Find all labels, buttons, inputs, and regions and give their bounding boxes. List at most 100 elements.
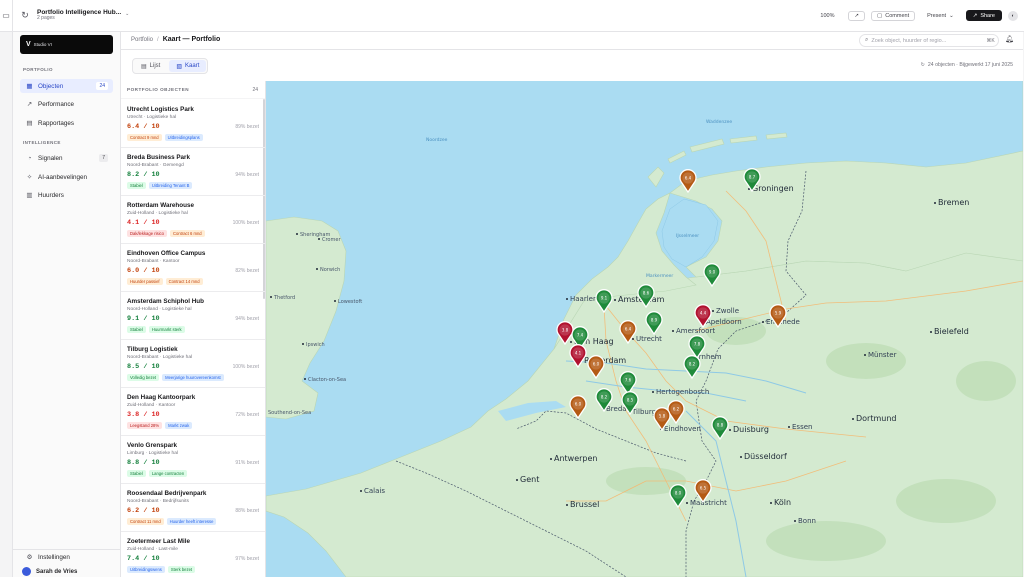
object-name: Roosendaal Bedrijvenpark [127,490,207,497]
city-label: Groningen [752,184,794,193]
object-location: Zuid-Holland · Kantoor [127,403,176,408]
sidebar-item-signalen[interactable]: ◔ Signalen 7 [20,151,113,165]
status-badge: Uitbreidingsplans [164,134,203,141]
pin-score: 8.8 [717,422,724,427]
city-label: Breda [606,405,627,413]
tag-list: Huurder passief Contract 14 mnd [127,278,259,285]
city-dot [852,418,854,420]
tab-kaart[interactable]: ▧ Kaart [169,60,207,72]
list-header: PORTFOLIO OBJECTEN 24 [121,81,265,99]
sidebar-item-rapportages[interactable]: ▤ Rapportages [20,116,113,130]
score-line: 3.8 / 10 72% bezet [127,411,259,419]
city-dot [672,330,674,332]
notification-bell-icon[interactable]: 🔔︎ [1005,35,1014,43]
object-name: Tilburg Logistiek [127,346,178,353]
city-label: Zwolle [716,307,739,315]
refresh-icon[interactable]: ↻ [19,10,31,22]
pin-score: 5.9 [775,310,782,315]
list-item[interactable]: Utrecht Logistics Park Utrecht · Logistie… [121,100,265,148]
breadcrumb: Portfolio / Kaart — Portfolio [131,36,220,43]
city-dot [729,429,731,431]
document-meta[interactable]: Portfolio Intelligence Hub... 2 pages [37,9,121,22]
score-line: 4.1 / 10 100% bezet [127,219,259,227]
city-dot [632,338,634,340]
object-location: Noord-Brabant · Gemengd [127,163,184,168]
search-input[interactable] [871,37,984,44]
pointer-tool-button[interactable]: ➚ [848,10,866,21]
pin-score: 7.6 [625,377,632,382]
city-label: Eindhoven [664,425,701,433]
list-count: 24 [252,86,258,93]
object-name: Venlo Grenspark [127,442,178,449]
account-avatar[interactable]: ◐ [1008,10,1018,21]
tag-list: Uitbreidingswens Sterk bezet [127,566,259,573]
status-badge: Stabiel [127,326,146,333]
comment-button[interactable]: ▢ Comment [871,10,916,21]
water-label: IJsselmeer [676,233,699,239]
count-badge: 24 [96,82,108,90]
object-occupancy: 97% bezet [235,556,259,562]
list-item[interactable]: Tilburg Logistiek Noord-Brabant · Logisti… [121,340,265,388]
chevron-down-icon: ⌄ [949,12,954,19]
list-item[interactable]: Eindhoven Office Campus Noord-Brabant · K… [121,244,265,292]
pin-score: 6.0 [575,401,582,406]
list-item[interactable]: Amsterdam Schiphol Hub Noord-Holland · Lo… [121,292,265,340]
status-badge: Contract 11 mnd [127,518,164,525]
list-item[interactable]: Roosendaal Bedrijvenpark Noord-Brabant · … [121,484,265,532]
sidebar-item-ai-aanbevelingen[interactable]: ✧ AI-aanbevelingen [20,170,113,184]
share-label: Share [980,12,995,19]
page-header: Portfolio / Kaart — Portfolio ⌕ ⌘K 🔔︎ [121,32,1023,50]
city-label: Clacton-on-Sea [308,377,346,383]
tab-lijst[interactable]: ▤ Lijst [134,60,167,72]
building-icon: ▥ [26,192,33,199]
pin-score: 6.4 [685,175,692,180]
sidebar-item-performance[interactable]: ↗ Performance [20,97,113,111]
object-occupancy: 100% bezet [232,364,259,370]
pin-score: 4.1 [575,350,582,355]
list-item[interactable]: Den Haag Kantoorpark Zuid-Holland · Kanto… [121,388,265,436]
score-line: 6.0 / 10 82% bezet [127,267,259,275]
water-label: Noordzee [426,137,448,143]
city-dot [712,310,714,312]
tag-list: Dak/lekkage risico Contract 6 mnd [127,230,259,237]
sidebar-footer: ⚙ Instellingen Sarah de Vries [13,549,121,577]
portfolio-map[interactable]: GroningenBremenZwolleEnschedeAmsterdamHa… [266,81,1023,577]
pin-score: 7.4 [577,332,584,337]
app-bar: ▭ ↻ Portfolio Intelligence Hub... 2 page… [0,0,1024,32]
settings-link[interactable]: ⚙ Instellingen [20,550,113,564]
list-item[interactable]: Breda Business Park Noord-Brabant · Gemen… [121,148,265,196]
status-badge: Lange contracten [148,470,188,477]
list-item[interactable]: Zoetermeer Last Mile Zuid-Holland · Last-… [121,532,265,577]
pin-score: 8.2 [601,394,608,399]
city-dot [566,504,568,506]
object-score: 4.1 / 10 [127,219,160,227]
chevron-down-icon[interactable]: ⌄ [125,11,129,17]
sidebar-item-objecten[interactable]: ▦ Objecten 24 [20,79,113,93]
breadcrumb-separator: / [157,36,159,43]
pin-score: 8.2 [689,361,696,366]
list-item[interactable]: Rotterdam Warehouse Zuid-Holland · Logist… [121,196,265,244]
breadcrumb-root[interactable]: Portfolio [131,37,153,43]
status-badge: Markt zwak [165,422,193,429]
list-item[interactable]: Venlo Grenspark Limburg · Logistieke hal 8… [121,436,265,484]
city-label: Bielefeld [934,327,969,336]
object-location: Noord-Brabant · Bedrijfsunits [127,499,189,504]
city-label: Brussel [570,500,599,509]
user-profile[interactable]: Sarah de Vries [22,567,77,576]
present-button[interactable]: Present ⌄ [921,13,960,19]
zoom-level[interactable]: 100% [820,13,834,19]
search-box[interactable]: ⌕ ⌘K [859,34,999,47]
score-line: 8.5 / 10 100% bezet [127,363,259,371]
score-line: 6.2 / 10 88% bezet [127,507,259,515]
object-occupancy: 94% bezet [235,316,259,322]
brand-logo[interactable]: V Studio VI [20,35,113,54]
panel-toggle-icon[interactable]: ▭ [0,0,12,32]
pin-score: 8.7 [749,174,756,179]
score-line: 7.4 / 10 97% bezet [127,555,259,563]
sidebar-item-huurders[interactable]: ▥ Huurders [20,188,113,202]
city-label: Calais [364,487,385,495]
city-label: Essen [792,423,812,431]
share-button[interactable]: ↗ Share [965,10,1002,21]
trend-icon: ↗ [26,101,33,108]
object-name: Amsterdam Schiphol Hub [127,298,204,305]
